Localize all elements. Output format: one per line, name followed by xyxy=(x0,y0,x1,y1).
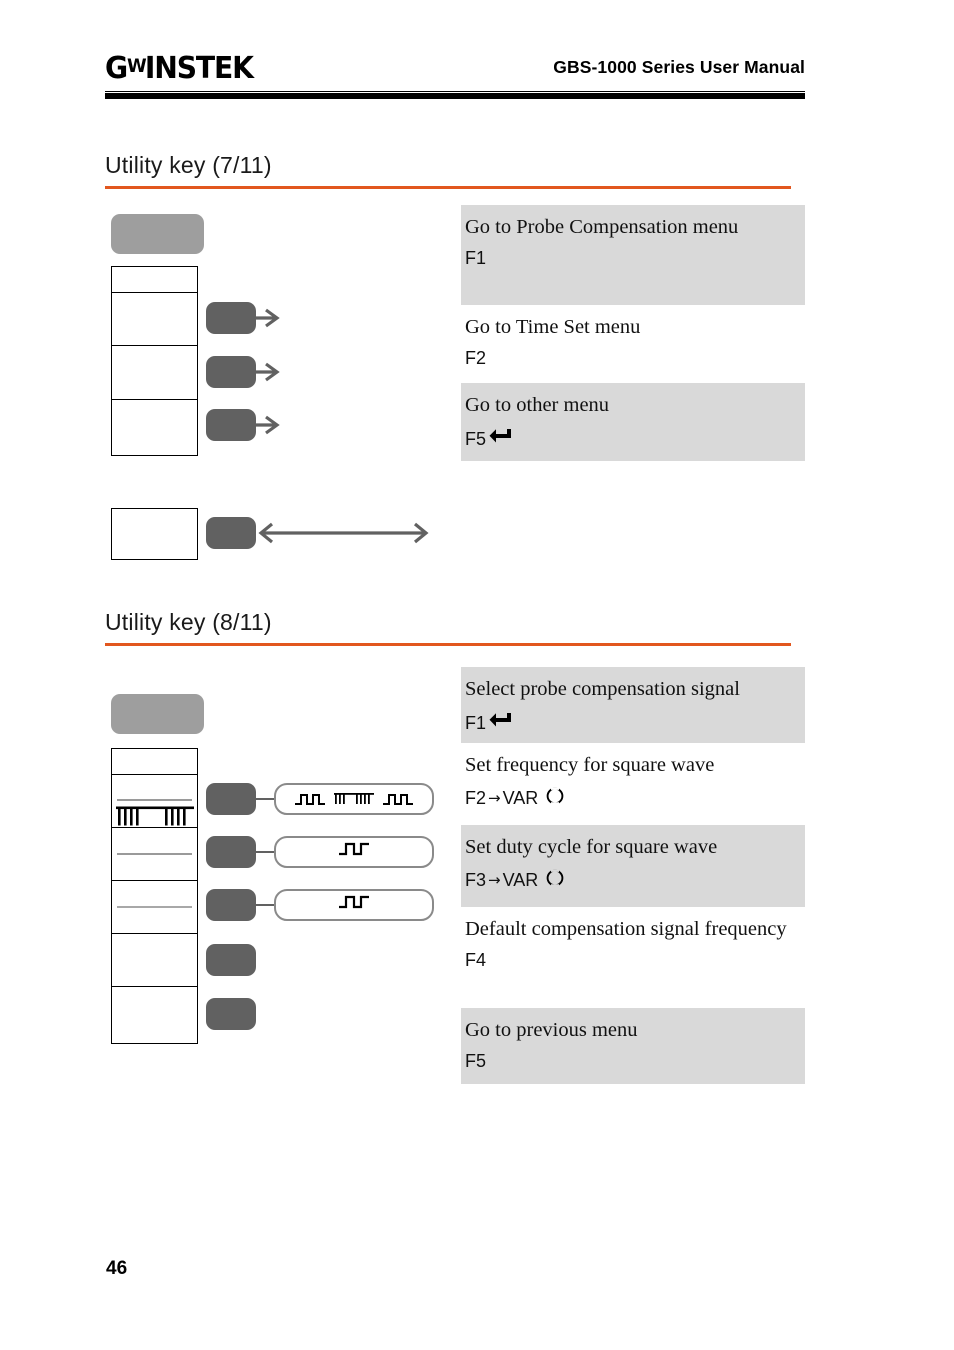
key-label: F2 xyxy=(465,347,487,368)
panel-row-1 xyxy=(112,267,197,293)
display-screen-1 xyxy=(111,214,204,254)
panel-row-2 xyxy=(112,775,197,828)
function-key-f1[interactable] xyxy=(206,302,256,334)
panel-row-3 xyxy=(112,828,197,881)
row-description: Select probe compensation signal xyxy=(465,678,740,700)
gwinstek-logo: GWINSTEK xyxy=(105,51,254,86)
square-wave-icon xyxy=(339,895,369,909)
row-description: Set duty cycle for square wave xyxy=(465,836,718,858)
key-label: F4 xyxy=(465,949,487,970)
connector-2 xyxy=(254,851,276,854)
return-icon xyxy=(488,710,514,737)
row-description: Go to previous menu xyxy=(465,1019,638,1041)
display-screen-2 xyxy=(111,694,204,734)
logo-g: G xyxy=(105,51,128,86)
square-wave-icon xyxy=(294,793,325,805)
function-key-f2-s2[interactable] xyxy=(206,836,256,868)
softkey-panel-1-bottom xyxy=(111,508,198,560)
key-label: F5 xyxy=(465,1050,487,1071)
row2-baseline xyxy=(117,799,192,801)
logo-w: W xyxy=(127,55,147,77)
square-wave-icon xyxy=(383,793,414,805)
connector-3 xyxy=(254,904,276,907)
row-key: F1 xyxy=(465,710,801,737)
row-key: F2 xyxy=(465,348,801,369)
function-key-f3-s2[interactable] xyxy=(206,889,256,921)
row-description: Go to other menu xyxy=(465,394,610,416)
frequency-menu-callout xyxy=(274,783,434,815)
row3-baseline xyxy=(117,853,192,855)
table-row: Set duty cycle for square wave F3 → VAR xyxy=(461,825,805,907)
default-freq-menu-callout xyxy=(274,889,434,921)
return-icon xyxy=(488,426,514,453)
panel-row-4 xyxy=(112,400,197,454)
key-label-2: VAR xyxy=(502,869,539,890)
page-header: GWINSTEK GBS-1000 Series User Manual xyxy=(105,45,805,95)
softkey-panel-2 xyxy=(111,748,198,1044)
section-heading-utility-7: Utility key (7/11) xyxy=(105,152,272,178)
row4-baseline xyxy=(117,906,192,908)
description-table-2: Select probe compensation signal F1 Set … xyxy=(461,667,805,1084)
row-key: F1 xyxy=(465,248,801,269)
function-key-f4-s2[interactable] xyxy=(206,944,256,976)
row-key: F5 xyxy=(465,426,801,453)
row-description: Go to Probe Compensation menu xyxy=(465,216,739,238)
section-divider-2 xyxy=(105,643,791,646)
panel-row-6 xyxy=(112,987,197,1042)
knob-icon xyxy=(545,786,565,811)
panel-row-3 xyxy=(112,346,197,400)
function-key-f5[interactable] xyxy=(206,409,256,441)
page-number: 46 xyxy=(106,1258,128,1279)
table-row: Set frequency for square wave F2 → VAR xyxy=(461,743,805,825)
key-label: F1 xyxy=(465,247,487,268)
panel-row-1 xyxy=(112,749,197,775)
table-row: Select probe compensation signal F1 xyxy=(461,667,805,743)
connector-1 xyxy=(254,798,276,801)
section-heading-utility-8: Utility key (8/11) xyxy=(105,609,272,635)
table-row: Default compensation signal frequency F4 xyxy=(461,907,805,1008)
key-label: F5 xyxy=(465,428,487,449)
square-wave-icon xyxy=(339,842,369,856)
table-row: Go to Time Set menu F2 xyxy=(461,305,805,383)
row-description: Go to Time Set menu xyxy=(465,316,641,338)
header-divider xyxy=(105,91,805,99)
description-table-1: Go to Probe Compensation menu F1 Go to T… xyxy=(461,205,805,461)
function-key-toggle[interactable] xyxy=(206,517,256,549)
function-key-f1-s2[interactable] xyxy=(206,783,256,815)
function-key-f2[interactable] xyxy=(206,356,256,388)
table-row: Go to Probe Compensation menu F1 xyxy=(461,205,805,305)
row-key: F5 xyxy=(465,1051,801,1072)
logo-instek: INSTEK xyxy=(144,51,254,86)
manual-title: GBS-1000 Series User Manual xyxy=(553,57,805,77)
function-key-f5-s2[interactable] xyxy=(206,998,256,1030)
knob-icon xyxy=(545,868,565,893)
key-label: F1 xyxy=(465,712,487,733)
key-label: F2 xyxy=(465,787,487,808)
section-divider-1 xyxy=(105,186,791,189)
comb-wave-icon xyxy=(116,806,194,826)
arrow-right-icon: → xyxy=(488,871,501,890)
table-row: Go to previous menu F5 xyxy=(461,1008,805,1084)
comb-wave-icon xyxy=(333,792,374,804)
row-key: F3 → VAR xyxy=(465,868,801,893)
softkey-panel-1 xyxy=(111,266,198,456)
row-key: F2 → VAR xyxy=(465,786,801,811)
arrow-right-icon: → xyxy=(488,789,501,808)
panel-row-2 xyxy=(112,293,197,346)
duty-cycle-menu-callout xyxy=(274,836,434,868)
row-description: Set frequency for square wave xyxy=(465,754,715,776)
table-row: Go to other menu F5 xyxy=(461,383,805,461)
key-label: F3 xyxy=(465,869,487,890)
panel-row-5 xyxy=(112,934,197,987)
key-label-2: VAR xyxy=(502,787,539,808)
row-description: Default compensation signal frequency xyxy=(465,918,787,940)
panel-row-4 xyxy=(112,881,197,934)
row-key: F4 xyxy=(465,950,801,971)
